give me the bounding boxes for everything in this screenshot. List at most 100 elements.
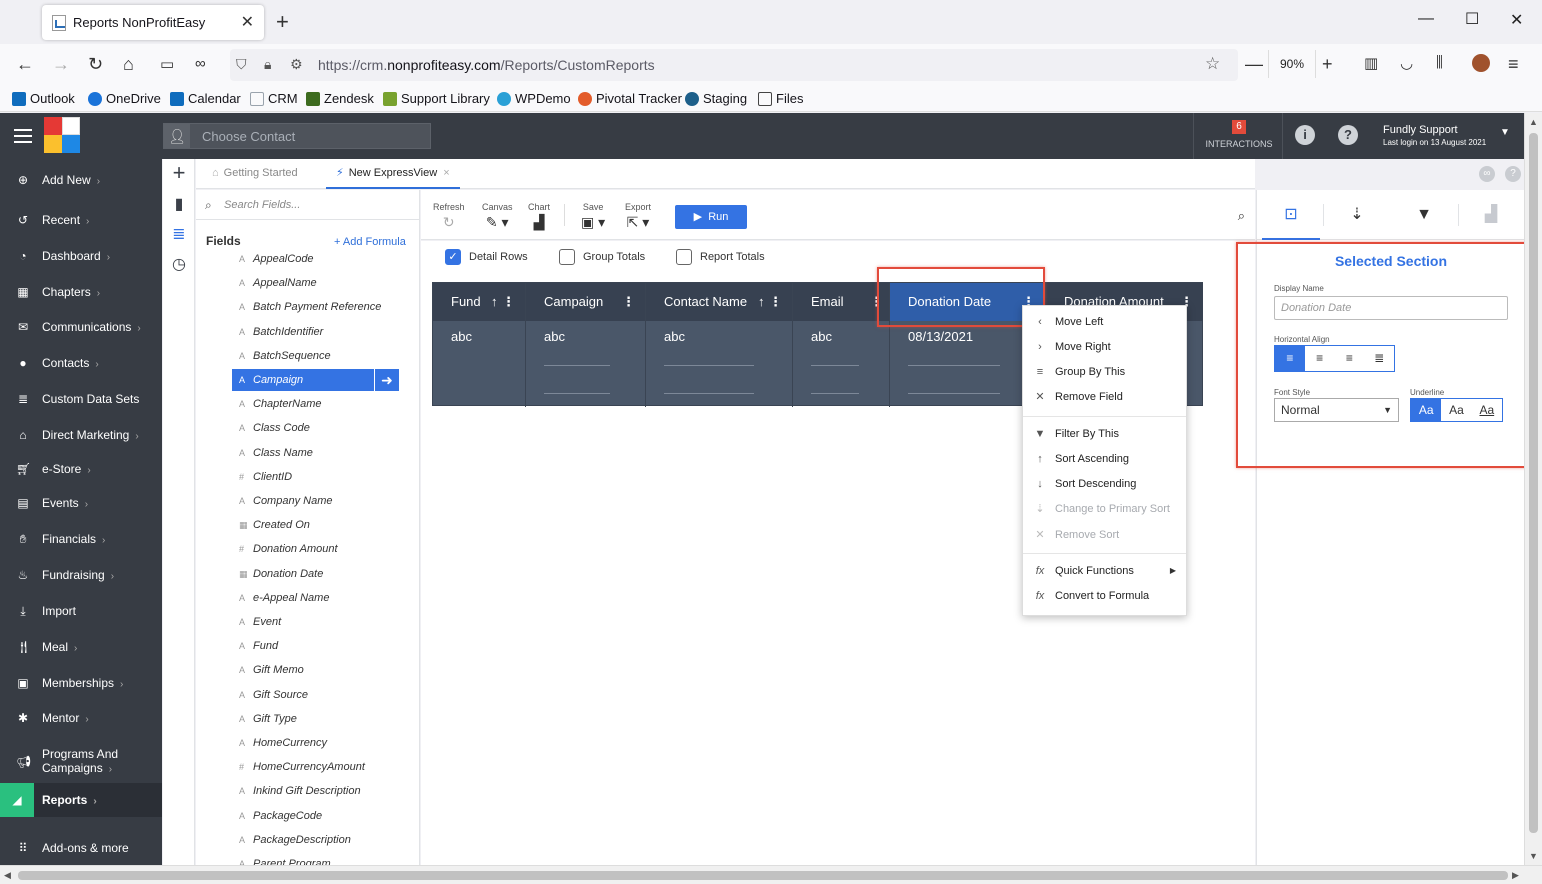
lock-icon[interactable]: 🔒︎ xyxy=(264,56,271,73)
library-icon[interactable]: ⫼ xyxy=(1436,54,1443,71)
field-item[interactable]: A Gift Source xyxy=(232,684,400,706)
filter-tab-icon[interactable]: ▼ xyxy=(1395,190,1453,240)
scroll-down-icon[interactable]: ▼ xyxy=(1529,851,1538,861)
pocket-icon[interactable]: ◡ xyxy=(1400,54,1413,72)
field-item[interactable]: ▦ Donation Date xyxy=(232,563,400,585)
sidebar-item-meal[interactable]: 🍴︎ Meal › xyxy=(0,630,162,664)
sidebar-item-contacts[interactable]: ● Contacts › xyxy=(0,346,162,380)
zoom-in-icon[interactable]: + xyxy=(1322,54,1333,75)
zoom-level[interactable]: 90% xyxy=(1268,50,1316,78)
refresh-button[interactable]: Refresh ↻ xyxy=(433,202,465,231)
forward-icon[interactable]: → xyxy=(52,54,70,75)
field-item[interactable]: A Batch Payment Reference xyxy=(232,296,400,318)
bookmark-crm[interactable]: CRM xyxy=(250,91,298,106)
field-item[interactable]: # HomeCurrencyAmount xyxy=(232,756,400,778)
field-item[interactable]: A Gift Memo xyxy=(232,659,400,681)
vertical-scroll-thumb[interactable] xyxy=(1529,133,1538,833)
app-logo[interactable] xyxy=(44,117,80,153)
export-button[interactable]: Export ⇱ ▾ xyxy=(625,202,651,231)
info-icon[interactable]: i xyxy=(1295,125,1315,145)
window-close-icon[interactable]: ✕ xyxy=(1510,10,1523,30)
sort-tab-icon[interactable]: ⇣ xyxy=(1328,190,1386,240)
field-item[interactable]: A Event xyxy=(232,611,400,633)
user-name[interactable]: Fundly Support xyxy=(1383,124,1458,136)
field-item[interactable]: A Class Name xyxy=(232,442,400,464)
scroll-right-icon[interactable]: ▶ xyxy=(1512,870,1519,881)
sidebar-item-custom-data-sets[interactable]: ≣ Custom Data Sets xyxy=(0,382,162,416)
help-circle-icon[interactable]: ? xyxy=(1505,166,1521,182)
field-item[interactable]: ▦ Created On xyxy=(232,514,400,536)
help-icon[interactable]: ? xyxy=(1338,125,1358,145)
back-icon[interactable]: ← xyxy=(16,54,34,75)
bookmark-zendesk[interactable]: Zendesk xyxy=(306,91,374,106)
selection-tab-icon[interactable]: ⊡ xyxy=(1262,190,1320,240)
tab-new-expressview[interactable]: ⚡︎ New ExpressView × xyxy=(326,159,460,189)
sort-asc-icon[interactable]: ↑ xyxy=(491,283,498,321)
field-item[interactable]: A Fund xyxy=(232,635,400,657)
add-icon[interactable]: + xyxy=(169,162,189,184)
field-item[interactable]: A ChapterName xyxy=(232,393,400,415)
field-item[interactable]: A Inkind Gift Description xyxy=(232,780,400,802)
scroll-left-icon[interactable]: ◀ xyxy=(4,870,11,881)
sidebar-item-mentor[interactable]: ✱ Mentor › xyxy=(0,701,162,735)
column-menu-icon[interactable]: ⋮ xyxy=(502,283,515,321)
minimize-icon[interactable]: — xyxy=(1418,10,1434,28)
choose-contact-field[interactable]: 👤︎ Choose Contact xyxy=(163,123,431,149)
clock-icon[interactable]: ◷ xyxy=(169,255,189,275)
hamburger-menu-icon[interactable] xyxy=(14,129,32,143)
permissions-icon[interactable]: ⚙ xyxy=(290,56,303,73)
vertical-scrollbar[interactable]: ▲ ▼ xyxy=(1524,113,1542,865)
grid-column-contact-name[interactable]: Contact Name ↑ ⋮ abc xyxy=(646,283,793,407)
search-fields-input[interactable]: ⌕ Search Fields... xyxy=(196,190,419,220)
menu-item-sort-ascending[interactable]: ↑ Sort Ascending xyxy=(1023,448,1186,470)
grid-column-email[interactable]: Email ⋮ abc xyxy=(793,283,890,407)
database-icon[interactable]: ≣ xyxy=(169,225,189,245)
menu-item-move-left[interactable]: ‹ Move Left xyxy=(1023,311,1186,333)
new-tab-icon[interactable]: + xyxy=(276,9,289,35)
sidebar-item-import[interactable]: ⤓ Import xyxy=(0,594,162,628)
field-item[interactable]: # ClientID xyxy=(232,466,400,488)
chart-tab-icon[interactable]: ▟ xyxy=(1462,190,1520,240)
field-item[interactable]: A AppealName xyxy=(232,272,400,294)
sidebar-item-e-store[interactable]: 🛒︎ e-Store › xyxy=(0,452,162,486)
save-button[interactable]: Save ▣ ▾ xyxy=(581,202,605,231)
interactions-button[interactable]: 6 INTERACTIONS xyxy=(1193,113,1283,159)
field-item[interactable]: A AppealCode xyxy=(232,248,400,270)
url-text[interactable]: https://crm.nonprofiteasy.com/Reports/Cu… xyxy=(318,57,655,73)
chevron-down-icon[interactable]: ▼ xyxy=(1500,127,1510,138)
sidebar-item-financials[interactable]: ✋︎ Financials › xyxy=(0,522,162,556)
sidebar-item-programs-and-campaigns[interactable]: 📢︎ Programs And Campaigns › xyxy=(0,743,162,781)
close-tab-icon[interactable]: × xyxy=(443,167,449,179)
link-icon[interactable]: ∞ xyxy=(1479,166,1495,182)
sidebar-item-fundraising[interactable]: ♨ Fundraising › xyxy=(0,558,162,592)
menu-item-filter-by-this[interactable]: ▼ Filter By This xyxy=(1023,423,1186,445)
field-item[interactable]: Ae-Appeal Name xyxy=(232,587,400,609)
column-menu-icon[interactable]: ⋮ xyxy=(769,283,782,321)
field-item[interactable]: A BatchSequence xyxy=(232,345,400,367)
field-item[interactable]: # Donation Amount xyxy=(232,538,400,560)
field-item[interactable]: A Campaign xyxy=(232,369,374,391)
browser-tab[interactable]: Reports NonProfitEasy ✕ xyxy=(42,5,264,40)
home-icon[interactable]: ⌂ xyxy=(123,54,134,75)
horizontal-scrollbar[interactable]: ◀ ▶ xyxy=(0,865,1542,884)
bookmark-calendar[interactable]: Calendar xyxy=(170,91,241,106)
scroll-up-icon[interactable]: ▲ xyxy=(1529,117,1538,127)
column-menu-icon[interactable]: ⋮ xyxy=(622,283,635,321)
sidebar-item-add-new[interactable]: ⊕ Add New › xyxy=(0,163,162,197)
detail-rows-checkbox[interactable]: ✓ Detail Rows xyxy=(445,249,528,265)
bookmark-support-library[interactable]: Support Library xyxy=(383,91,490,106)
sidebar-item-add-ons[interactable]: ⠿ Add-ons & more xyxy=(0,831,162,865)
bookmark-wpdemo[interactable]: WPDemo xyxy=(497,91,571,106)
profile-avatar-icon[interactable] xyxy=(1472,54,1490,72)
chart-button[interactable]: Chart ▟ xyxy=(528,202,550,231)
bookmark-onedrive[interactable]: OneDrive xyxy=(88,91,161,106)
field-item[interactable]: A Parent Program xyxy=(232,853,400,865)
sidebar-item-dashboard[interactable]: ◔ Dashboard › xyxy=(0,239,162,273)
field-item[interactable]: A PackageCode xyxy=(232,805,400,827)
bookmark-staging[interactable]: Staging xyxy=(685,91,747,106)
tab-getting-started[interactable]: ⌂ Getting Started xyxy=(202,159,308,189)
sidebar-item-memberships[interactable]: ▣ Memberships › xyxy=(0,666,162,700)
bookmark-pivotal-tracker[interactable]: Pivotal Tracker xyxy=(578,91,682,106)
field-item[interactable]: A Class Code xyxy=(232,417,400,439)
reload-icon[interactable]: ↻ xyxy=(88,54,103,75)
